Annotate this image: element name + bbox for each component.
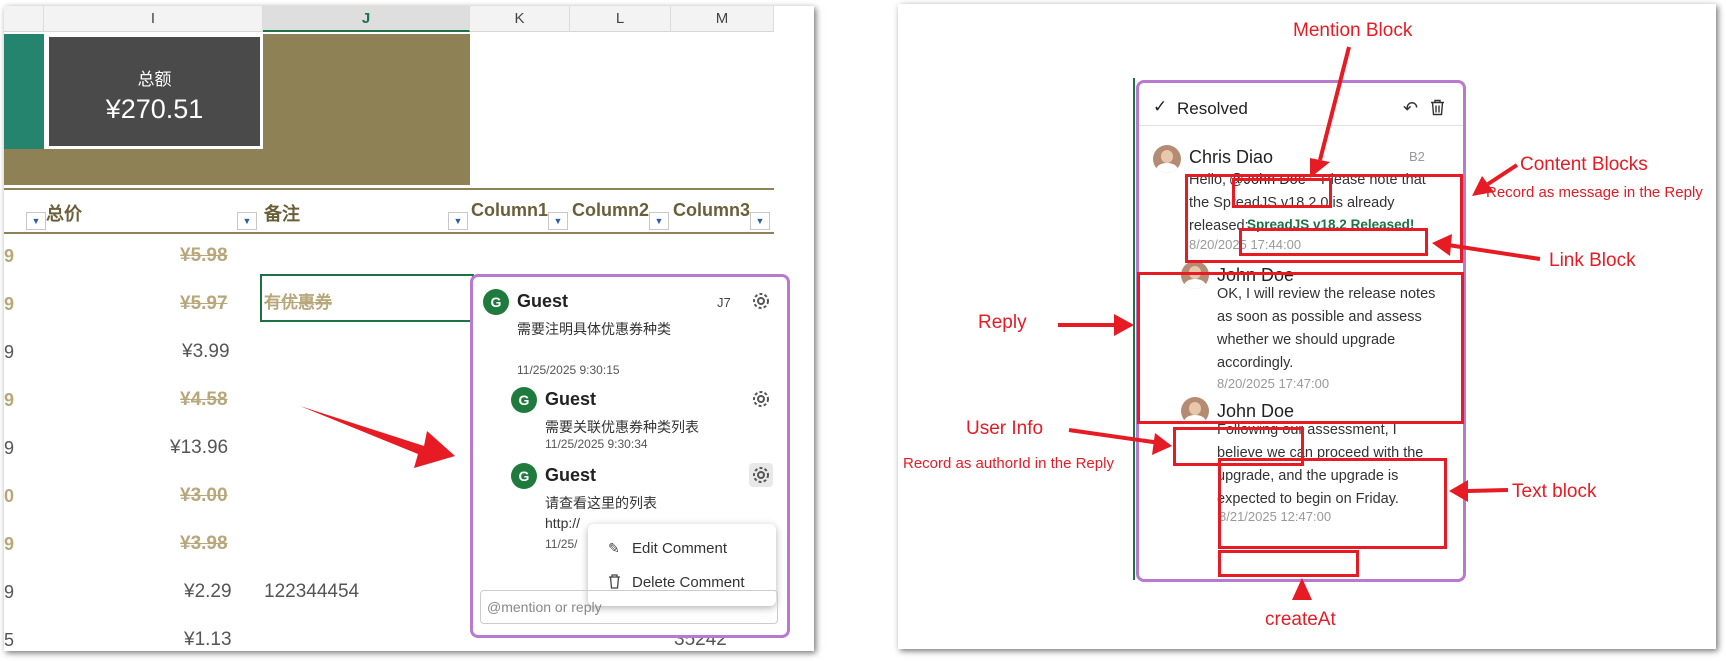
label-link-block: Link Block xyxy=(1549,250,1636,271)
label-mention-block: Mention Block xyxy=(1293,20,1413,41)
label-reply: Reply xyxy=(978,312,1027,333)
annotation-arrows xyxy=(1058,46,1541,600)
label-text-block: Text block xyxy=(1512,481,1597,502)
label-create-at: createAt xyxy=(1265,609,1336,630)
label-content-note: Record as message in the Reply xyxy=(1486,184,1703,201)
label-content-blocks: Content Blocks xyxy=(1520,154,1648,175)
label-user-info: User Info xyxy=(966,418,1044,439)
label-user-note: Record as authorId in the Reply xyxy=(903,455,1114,472)
